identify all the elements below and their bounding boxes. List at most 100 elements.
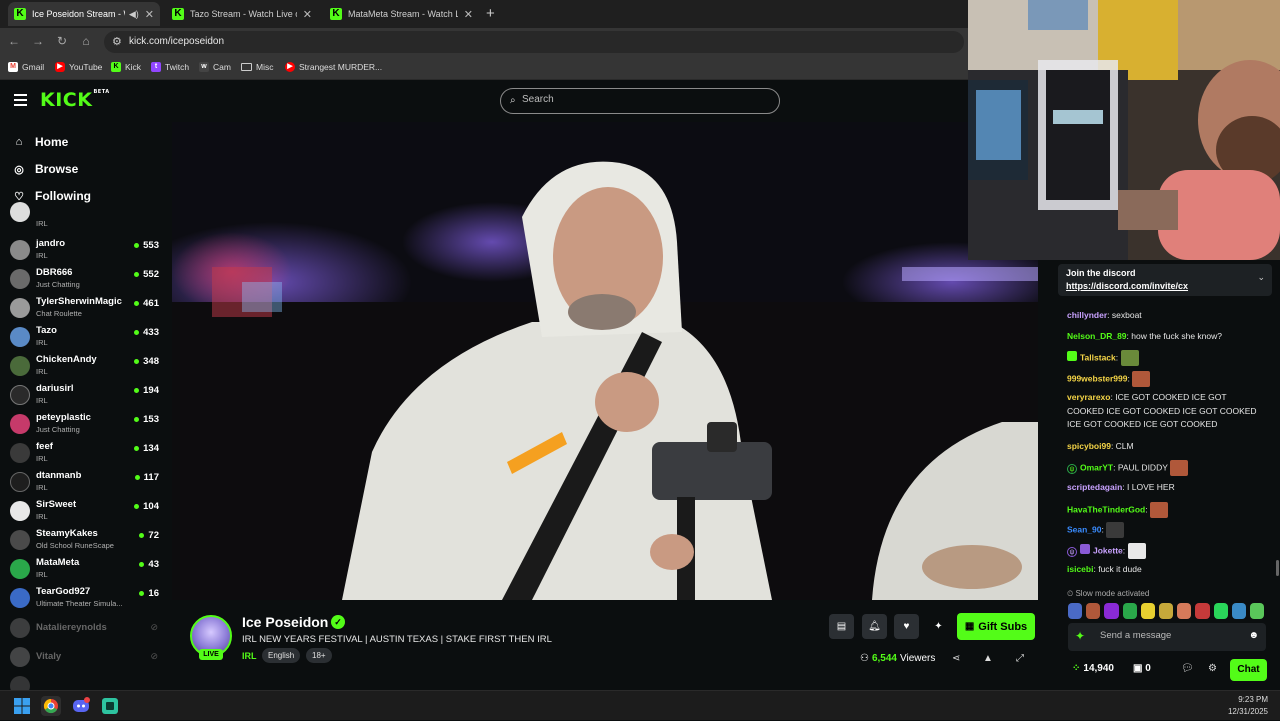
sparkle-icon[interactable]: ✦	[1075, 630, 1087, 642]
pinned-link[interactable]: https://discord.com/invite/cx	[1066, 281, 1188, 291]
nav-home[interactable]: ⌂ Home	[12, 135, 69, 149]
emote[interactable]	[1177, 603, 1192, 619]
chevron-down-icon[interactable]: ⌄	[1257, 272, 1265, 283]
forward-icon[interactable]: →	[30, 34, 46, 48]
close-tab-icon[interactable]: ✕	[464, 8, 473, 21]
chat-username[interactable]: spicyboi99	[1067, 441, 1111, 451]
emote[interactable]	[1158, 603, 1174, 619]
chat-username[interactable]: Sean_90	[1067, 524, 1102, 534]
viewer-count: 134	[134, 443, 159, 454]
bookmark-kick[interactable]: K Kick	[111, 62, 141, 72]
theater-mode-icon[interactable]: ⤢	[1016, 653, 1024, 664]
browser-tab[interactable]: K Tazo Stream - Watch Live on Kick ✕	[166, 2, 318, 26]
share-icon[interactable]: ⋖	[952, 653, 960, 664]
bookmark-folder-misc[interactable]: Misc	[241, 62, 273, 72]
offline-channel[interactable]: Nataliereynolds ⊘	[10, 614, 160, 643]
followed-channel[interactable]: TylerSherwinMagic Chat Roulette 461	[10, 294, 160, 323]
nav-browse[interactable]: ◎ Browse	[12, 162, 78, 176]
chat-input[interactable]	[1100, 630, 1240, 641]
stream-category[interactable]: IRL	[242, 651, 257, 661]
followed-channel[interactable]: dtanmanb IRL 117	[10, 468, 160, 497]
emote[interactable]	[1195, 603, 1210, 619]
report-icon[interactable]: ▲	[983, 653, 993, 664]
emote[interactable]	[1104, 603, 1119, 619]
browser-tab-active[interactable]: K Ice Poseidon Stream - Watch Live on Ki…	[8, 2, 160, 26]
emoji-icon[interactable]: ☻	[1248, 630, 1259, 641]
emote[interactable]	[1231, 603, 1246, 619]
reload-icon[interactable]: ↻	[54, 34, 70, 48]
chat-bubble-icon[interactable]: 💬︎	[1181, 663, 1194, 674]
sparkle-icon[interactable]: ✦	[926, 614, 951, 639]
address-bar[interactable]: ⚙ kick.com/iceposeidon	[104, 31, 964, 53]
emote[interactable]	[1086, 603, 1101, 619]
emote[interactable]	[1122, 603, 1137, 619]
chat-username[interactable]: scriptedagain	[1067, 482, 1122, 492]
followed-channel[interactable]: ChickenAndy IRL 348	[10, 352, 160, 381]
gift-subs-button[interactable]: ▦ Gift Subs	[957, 613, 1035, 640]
bookmark-cam[interactable]: w Cam	[199, 62, 231, 72]
chat-username[interactable]: chillynder	[1067, 310, 1107, 320]
bookmark-youtube[interactable]: ▶ YouTube	[55, 62, 102, 72]
offline-channel[interactable]	[10, 672, 160, 690]
emote[interactable]	[1140, 603, 1155, 619]
chrome-icon[interactable]	[41, 696, 61, 716]
site-info-icon[interactable]: ⚙	[112, 35, 122, 48]
system-clock[interactable]: 9:23 PM 12/31/2025	[1228, 694, 1268, 718]
followed-channel[interactable]: peteyplastic Just Chatting 153	[10, 410, 160, 439]
chat-username[interactable]: isicebi	[1067, 564, 1093, 574]
discord-icon[interactable]	[71, 696, 91, 716]
pinned-message[interactable]: Join the discord https://discord.com/inv…	[1058, 264, 1272, 296]
gift-counter[interactable]: ▣ 0	[1133, 663, 1151, 674]
close-tab-icon[interactable]: ✕	[145, 8, 154, 21]
bell-icon[interactable]: 🔔︎	[862, 614, 887, 639]
followed-channel[interactable]: MataMeta IRL 43	[10, 555, 160, 584]
app-icon[interactable]	[100, 696, 120, 716]
followed-channel[interactable]: SteamyKakes Old School RuneScape 72	[10, 526, 160, 555]
bookmark-video[interactable]: ▶ Strangest MURDER...	[285, 62, 382, 72]
chat-send-button[interactable]: Chat	[1230, 659, 1267, 681]
kick-logo[interactable]: KICKBETA	[40, 89, 110, 111]
chat-username[interactable]: HavaTheTinderGod	[1067, 504, 1145, 514]
new-tab-icon[interactable]: +	[486, 5, 495, 22]
search-input[interactable]	[522, 94, 762, 105]
menu-icon[interactable]	[14, 94, 27, 106]
close-tab-icon[interactable]: ✕	[303, 8, 312, 21]
windows-start-icon[interactable]	[12, 696, 32, 716]
emote[interactable]	[1068, 603, 1083, 619]
followed-channel[interactable]: feef IRL 134	[10, 439, 160, 468]
chat-username[interactable]: veryrarexo	[1067, 392, 1110, 402]
nav-following[interactable]: ♡ Following	[12, 189, 91, 203]
bookmark-gmail[interactable]: M Gmail	[8, 62, 44, 72]
channel-points[interactable]: ⁘ 14,940	[1072, 663, 1114, 674]
back-icon[interactable]: ←	[6, 34, 22, 48]
speaker-icon[interactable]: ◀)	[129, 9, 139, 20]
followed-channel[interactable]: dariusirl IRL 194	[10, 381, 160, 410]
chat-username[interactable]: Tallstack	[1080, 352, 1116, 362]
followed-channel[interactable]: Tazo IRL 433	[10, 323, 160, 352]
home-icon[interactable]: ⌂	[78, 34, 94, 48]
tag-language[interactable]: English	[262, 648, 301, 663]
gear-icon[interactable]: ⚙	[1208, 663, 1217, 674]
streamer-name[interactable]: Ice Poseidon	[242, 614, 328, 630]
emote[interactable]	[1213, 603, 1228, 619]
chat-username[interactable]: Jokette	[1093, 545, 1123, 555]
tag-mature[interactable]: 18+	[306, 648, 332, 663]
search-box[interactable]: ⌕	[500, 88, 780, 114]
followed-channel[interactable]: DBR666 Just Chatting 552	[10, 265, 160, 294]
heart-icon[interactable]: ♥	[894, 614, 919, 639]
followed-channel[interactable]: SirSweet IRL 104	[10, 497, 160, 526]
chat-scrollbar[interactable]	[1276, 560, 1279, 576]
followed-channel[interactable]: jandro IRL 553	[10, 236, 160, 265]
video-player[interactable]	[172, 122, 1038, 600]
chat-username[interactable]: Nelson_DR_89	[1067, 331, 1127, 341]
followed-channel[interactable]: TearGod927 Ultimate Theater Simula... 16	[10, 584, 160, 613]
offline-channel[interactable]: Vitaly ⊘	[10, 643, 160, 672]
browser-tab[interactable]: K MataMeta Stream - Watch Live on Kick ✕	[324, 2, 479, 26]
chat-username[interactable]: 999webster999	[1067, 373, 1128, 383]
clip-icon[interactable]: ▤	[829, 614, 854, 639]
chat-username[interactable]: OmarYT	[1080, 462, 1113, 472]
bookmark-twitch[interactable]: t Twitch	[151, 62, 189, 72]
chat-input-box[interactable]: ✦ ☻	[1068, 623, 1266, 651]
emote[interactable]	[1249, 603, 1265, 619]
followed-channel[interactable]: IRL	[10, 202, 160, 237]
